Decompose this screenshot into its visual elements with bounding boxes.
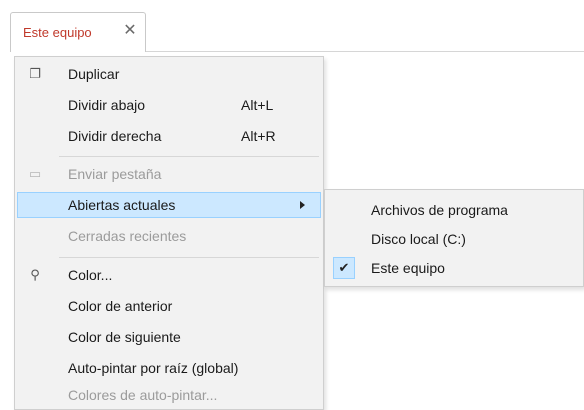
duplicate-window-icon: ❐ xyxy=(29,66,41,81)
checkmark-icon: ✔ xyxy=(333,257,355,279)
tab-title: Este equipo xyxy=(23,25,92,40)
menu-item-label: Color de siguiente xyxy=(68,329,181,345)
submenu-item-label: Este equipo xyxy=(371,260,445,276)
menu-item-label: Colores de auto-pintar... xyxy=(68,387,218,403)
menu-separator xyxy=(59,257,319,258)
menu-item-label: Cerradas recientes xyxy=(68,228,187,244)
menu-item-label: Dividir abajo xyxy=(68,97,146,113)
tab-strip-divider xyxy=(146,51,584,52)
abiertas-actuales-submenu: Archivos de programa Disco local (C:) ✔ … xyxy=(324,189,584,287)
submenu-item-archivos-de-programa[interactable]: Archivos de programa xyxy=(327,196,581,224)
menu-item-cerradas-recientes: Cerradas recientes xyxy=(17,223,321,249)
search-icon: ⚲ xyxy=(30,267,40,282)
menu-item-label: Color de anterior xyxy=(68,298,173,314)
menu-item-color-de-anterior[interactable]: Color de anterior xyxy=(17,293,321,319)
menu-item-label: Enviar pestaña xyxy=(68,166,162,182)
menu-item-abiertas-actuales[interactable]: Abiertas actuales xyxy=(17,192,321,218)
submenu-arrow-icon xyxy=(300,201,305,209)
menu-item-color[interactable]: ⚲ Color... xyxy=(17,262,321,288)
menu-item-duplicar[interactable]: ❐ Duplicar xyxy=(17,61,321,87)
menu-item-shortcut: Alt+L xyxy=(241,97,274,113)
menu-item-color-de-siguiente[interactable]: Color de siguiente xyxy=(17,324,321,350)
tab-context-menu: ❐ Duplicar Dividir abajo Alt+L Dividir d… xyxy=(14,56,324,410)
menu-item-shortcut: Alt+R xyxy=(241,128,276,144)
menu-item-dividir-abajo[interactable]: Dividir abajo Alt+L xyxy=(17,92,321,118)
submenu-item-este-equipo[interactable]: ✔ Este equipo xyxy=(327,254,581,282)
menu-item-label: Auto-pintar por raíz (global) xyxy=(68,360,239,376)
menu-separator xyxy=(59,156,319,157)
menu-item-auto-pintar-por-raiz[interactable]: Auto-pintar por raíz (global) xyxy=(17,355,321,381)
tab-este-equipo[interactable]: Este equipo ✕ xyxy=(10,12,146,52)
menu-item-colores-de-auto-pintar: Colores de auto-pintar... xyxy=(17,382,321,408)
menu-item-label: Abiertas actuales xyxy=(68,197,176,213)
submenu-item-label: Disco local (C:) xyxy=(371,231,466,247)
menu-item-label: Color... xyxy=(68,267,113,283)
close-icon[interactable]: ✕ xyxy=(121,22,139,40)
menu-item-dividir-derecha[interactable]: Dividir derecha Alt+R xyxy=(17,123,321,149)
menu-item-label: Duplicar xyxy=(68,66,120,82)
send-tab-icon: ▭ xyxy=(28,166,42,181)
submenu-item-label: Archivos de programa xyxy=(371,202,508,218)
submenu-item-disco-local[interactable]: Disco local (C:) xyxy=(327,225,581,253)
menu-item-label: Dividir derecha xyxy=(68,128,162,144)
menu-item-enviar-pestana: ▭ Enviar pestaña xyxy=(17,161,321,187)
